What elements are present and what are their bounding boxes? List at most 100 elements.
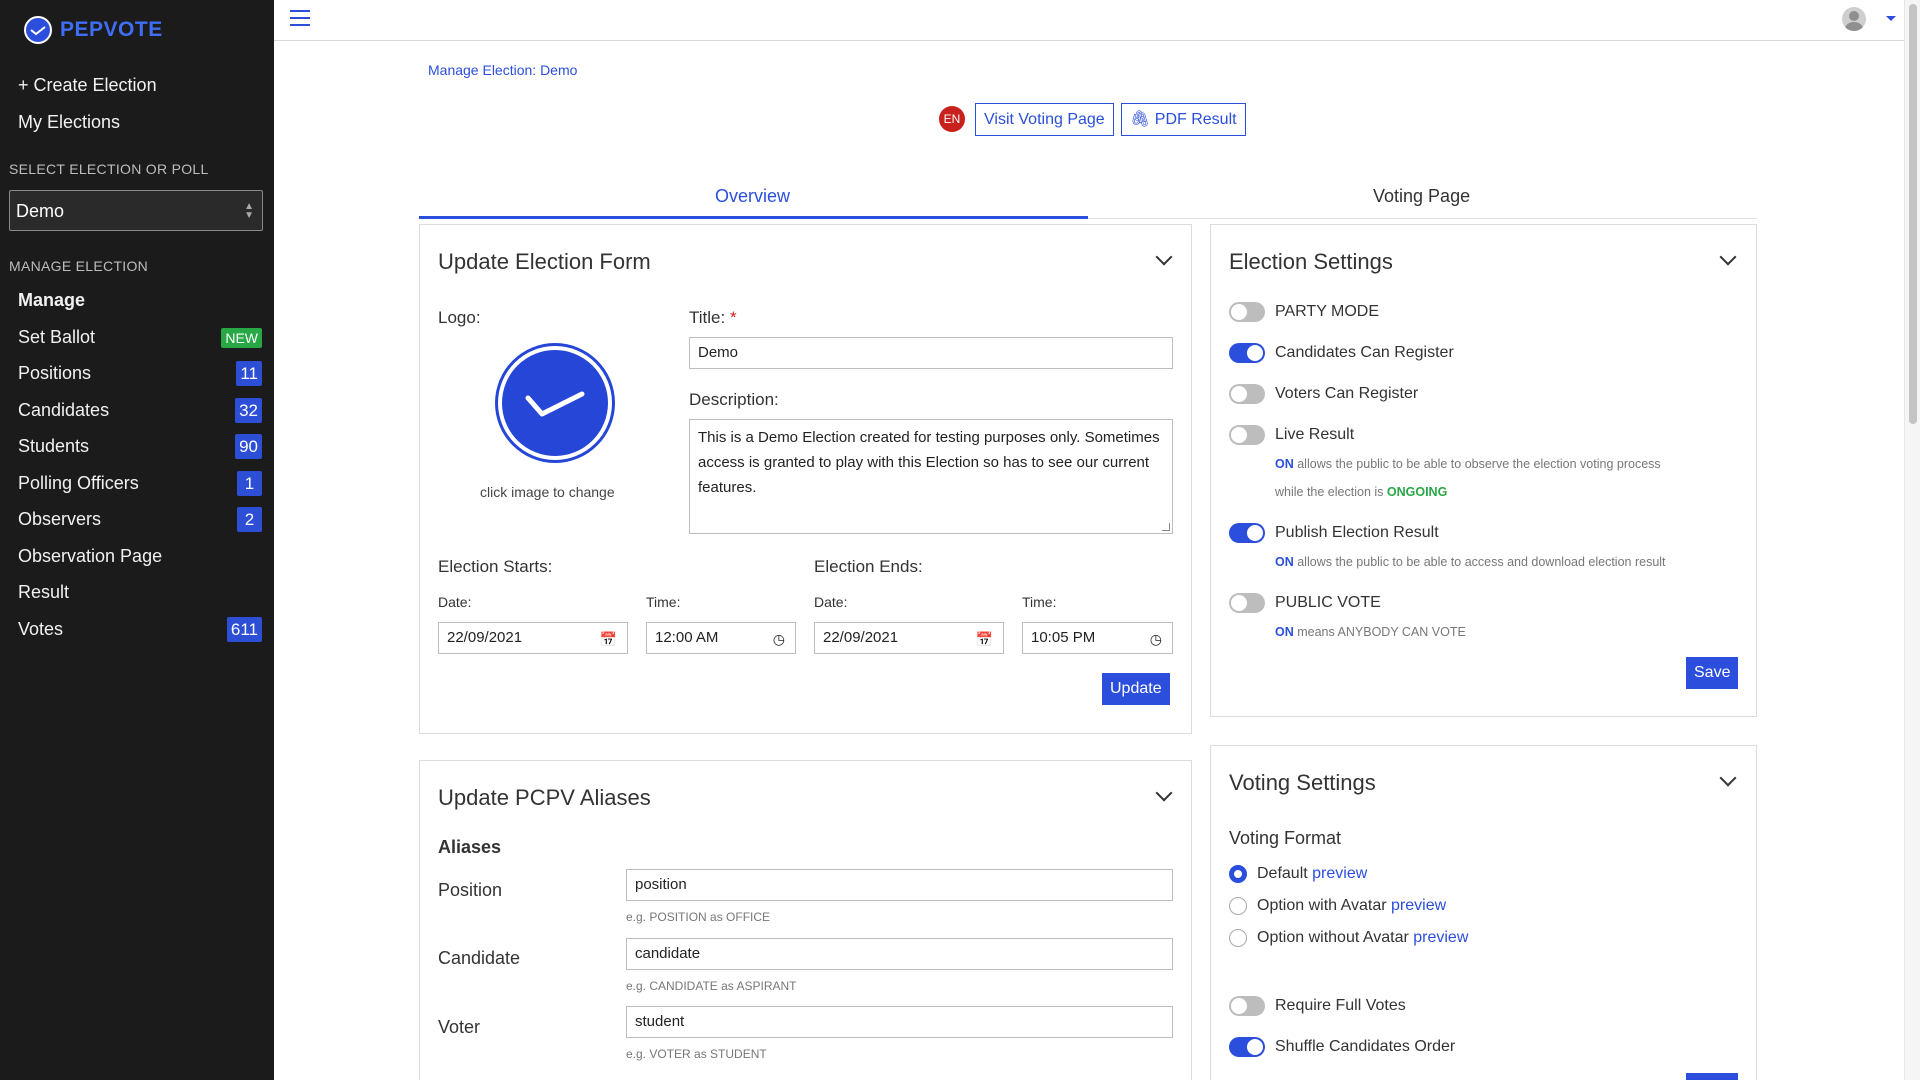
chevron-down-icon[interactable] [1719, 248, 1737, 266]
card-title: Update Election Form [438, 249, 651, 274]
preview-link[interactable]: preview [1391, 897, 1446, 914]
radio-without-avatar[interactable] [1229, 929, 1247, 947]
clock-icon[interactable]: ◷ [1150, 631, 1162, 648]
breadcrumb[interactable]: Manage Election: Demo [428, 62, 577, 78]
require-full-votes-label: Require Full Votes [1275, 997, 1406, 1014]
shuffle-candidates-toggle[interactable] [1229, 1037, 1265, 1057]
election-logo[interactable] [498, 346, 612, 460]
calendar-icon[interactable]: 📅 [976, 631, 993, 648]
candidate-alias-help: e.g. CANDIDATE as ASPIRANT [626, 979, 797, 993]
end-time-label: Time: [1022, 594, 1057, 610]
chevron-down-icon[interactable] [1719, 769, 1737, 787]
update-button[interactable]: Update [1102, 673, 1170, 705]
tab-overview[interactable]: Overview [715, 186, 790, 207]
preview-link[interactable]: preview [1413, 929, 1468, 946]
public-vote-note: ON means ANYBODY CAN VOTE [1275, 625, 1466, 639]
save-settings-button[interactable]: Save [1686, 657, 1739, 689]
chevron-down-icon[interactable] [1155, 784, 1173, 802]
start-time-label: Time: [646, 594, 681, 610]
party-mode-toggle[interactable] [1229, 302, 1265, 322]
chevron-down-icon[interactable] [1886, 16, 1896, 21]
create-election-link[interactable]: + Create Election [18, 75, 157, 96]
brand[interactable]: PEPVOTE [24, 16, 163, 44]
voters-register-label: Voters Can Register [1275, 385, 1419, 402]
end-date-label: Date: [814, 594, 848, 610]
candidates-register-label: Candidates Can Register [1275, 344, 1454, 361]
manage-election-heading: MANAGE ELECTION [9, 258, 149, 274]
voting-format-label: Voting Format [1229, 828, 1342, 848]
count-badge: 90 [235, 434, 262, 459]
publish-result-toggle[interactable] [1229, 523, 1265, 543]
public-vote-toggle[interactable] [1229, 593, 1265, 613]
description-label: Description: [689, 390, 779, 409]
calendar-icon[interactable]: 📅 [600, 631, 617, 648]
position-alias-input[interactable]: position [626, 869, 1173, 901]
sidebar-item-set-ballot[interactable]: Set Ballot NEW [0, 320, 274, 356]
voter-alias-input[interactable]: student [626, 1006, 1173, 1038]
candidate-alias-label: Candidate [438, 948, 521, 968]
hamburger-menu-icon[interactable] [290, 10, 310, 28]
start-time-input[interactable]: 12:00 AM ◷ [646, 622, 796, 654]
end-time-input[interactable]: 10:05 PM ◷ [1022, 622, 1173, 654]
tab-voting-page[interactable]: Voting Page [1373, 186, 1470, 207]
sidebar-item-label: Students [18, 436, 90, 456]
sidebar-item-manage[interactable]: Manage [0, 283, 274, 319]
sidebar-item-observers[interactable]: Observers 2 [0, 502, 274, 538]
position-alias-help: e.g. POSITION as OFFICE [626, 910, 771, 924]
radio-without-avatar-label: Option without Avatar preview [1257, 929, 1468, 947]
save-voting-settings-button[interactable] [1686, 1073, 1738, 1080]
sidebar-item-votes[interactable]: Votes 611 [0, 612, 274, 648]
sidebar-item-polling-officers[interactable]: Polling Officers 1 [0, 466, 274, 502]
voters-register-toggle[interactable] [1229, 384, 1265, 404]
card-title: Update PCPV Aliases [438, 785, 651, 810]
start-date-input[interactable]: 22/09/2021 📅 [438, 622, 628, 654]
public-vote-label: PUBLIC VOTE [1275, 594, 1381, 611]
logo-label: Logo: [438, 308, 481, 327]
radio-default-label: Default preview [1257, 865, 1367, 883]
live-result-label: Live Result [1275, 426, 1355, 443]
note-on: ON [1275, 625, 1294, 639]
note-text: means ANYBODY CAN VOTE [1297, 625, 1466, 639]
sidebar-item-observation-page[interactable]: Observation Page [0, 539, 274, 575]
sidebar-item-positions[interactable]: Positions 11 [0, 356, 274, 392]
live-result-toggle[interactable] [1229, 425, 1265, 445]
pdf-result-label: PDF Result [1154, 111, 1237, 128]
end-date-input[interactable]: 22/09/2021 📅 [814, 622, 1004, 654]
note-text: while the election is [1275, 485, 1384, 499]
chevron-down-icon[interactable] [1155, 248, 1173, 266]
description-textarea[interactable]: This is a Demo Election created for test… [689, 419, 1173, 534]
sidebar-item-label: Result [18, 582, 70, 602]
shuffle-candidates-label: Shuffle Candidates Order [1275, 1038, 1456, 1055]
language-badge[interactable]: EN [939, 106, 965, 132]
sidebar-item-label: Manage [18, 290, 86, 310]
sidebar-item-label: Observers [18, 509, 102, 529]
aliases-subtitle: Aliases [438, 837, 502, 857]
sidebar-item-candidates[interactable]: Candidates 32 [0, 393, 274, 429]
radio-default[interactable] [1229, 865, 1247, 883]
sidebar-item-students[interactable]: Students 90 [0, 429, 274, 465]
title-input[interactable]: Demo [689, 337, 1173, 369]
candidate-alias-input[interactable]: candidate [626, 938, 1173, 970]
candidates-register-toggle[interactable] [1229, 343, 1265, 363]
start-time-value: 12:00 AM [655, 629, 719, 646]
sidebar-item-result[interactable]: Result [0, 575, 274, 611]
preview-link[interactable]: preview [1312, 865, 1367, 882]
topbar [274, 0, 1904, 41]
my-elections-link[interactable]: My Elections [18, 112, 120, 133]
end-time-value: 10:05 PM [1031, 629, 1096, 646]
election-starts-label: Election Starts: [438, 557, 553, 576]
clock-icon[interactable]: ◷ [773, 631, 785, 648]
pdf-result-button[interactable]: 🖇 PDF Result [1121, 103, 1246, 136]
require-full-votes-toggle[interactable] [1229, 996, 1265, 1016]
election-select[interactable]: Demo ▲ ▼ [9, 190, 263, 231]
user-avatar-icon[interactable] [1842, 7, 1866, 31]
resize-grip-icon[interactable] [1162, 523, 1170, 531]
page-scrollbar[interactable] [1904, 0, 1920, 1080]
election-ends-label: Election Ends: [814, 557, 923, 576]
title-label-text: Title: [689, 308, 726, 327]
card-title: Election Settings [1229, 249, 1393, 274]
scrollbar-thumb[interactable] [1909, 4, 1917, 424]
radio-with-avatar[interactable] [1229, 897, 1247, 915]
description-text: This is a Demo Election created for test… [698, 429, 1160, 496]
visit-voting-page-button[interactable]: Visit Voting Page [975, 103, 1114, 136]
